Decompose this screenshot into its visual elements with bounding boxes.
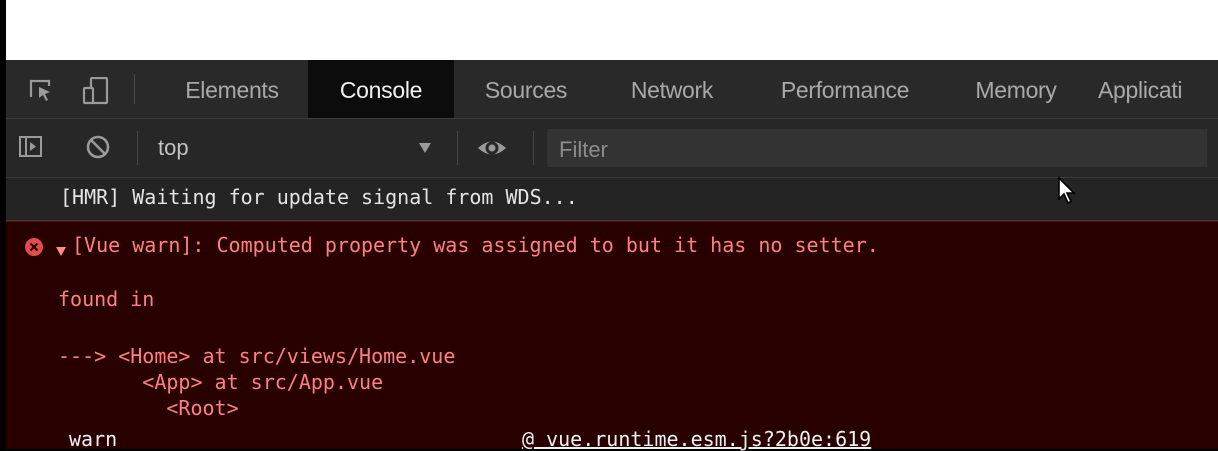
live-expression-eye-icon[interactable] xyxy=(476,135,506,161)
devtools-panel: Elements Console Sources Network Perform… xyxy=(6,60,1218,451)
context-selector[interactable]: top xyxy=(158,135,189,161)
tab-elements[interactable]: Elements xyxy=(154,60,310,118)
tabbar-divider xyxy=(134,74,135,104)
page-viewport xyxy=(6,0,1218,60)
filter-placeholder: Filter xyxy=(559,137,608,162)
toolbar-divider xyxy=(457,131,458,165)
expand-triangle-icon[interactable] xyxy=(55,242,67,261)
toolbar-divider xyxy=(137,131,138,165)
stack-function: warn xyxy=(69,427,118,451)
error-icon xyxy=(24,237,44,261)
error-trace-line: ---> <Home> at src/views/Home.vue xyxy=(58,344,456,368)
console-toolbar: top Filter xyxy=(6,119,1218,178)
tab-application[interactable]: Applicati xyxy=(1098,60,1218,118)
error-trace-line: <Root> xyxy=(58,396,239,420)
mouse-cursor-icon xyxy=(1057,176,1079,211)
devtools-tabbar: Elements Console Sources Network Perform… xyxy=(6,60,1218,119)
error-found-in: found in xyxy=(58,287,155,311)
tab-sources[interactable]: Sources xyxy=(458,60,594,118)
tab-performance[interactable]: Performance xyxy=(756,60,934,118)
error-trace-line: <App> at src/App.vue xyxy=(58,370,384,394)
console-log-message: [HMR] Waiting for update signal from WDS… xyxy=(6,178,1218,221)
clear-console-icon[interactable] xyxy=(85,134,111,160)
sidebar-toggle-icon[interactable] xyxy=(18,134,44,160)
log-text: [HMR] Waiting for update signal from WDS… xyxy=(60,185,578,209)
inspect-element-icon[interactable] xyxy=(28,77,54,103)
error-message: [Vue warn]: Computed property was assign… xyxy=(72,233,879,257)
toolbar-divider xyxy=(533,131,534,165)
device-toolbar-icon[interactable] xyxy=(82,76,109,105)
tab-network[interactable]: Network xyxy=(604,60,740,118)
stack-source-link[interactable]: @ vue.runtime.esm.js?2b0e:619 xyxy=(522,427,871,451)
tab-memory[interactable]: Memory xyxy=(956,60,1076,118)
console-error-message: [Vue warn]: Computed property was assign… xyxy=(6,221,1218,451)
tab-console[interactable]: Console xyxy=(308,60,454,118)
chevron-down-icon[interactable] xyxy=(418,141,432,159)
console-output: [HMR] Waiting for update signal from WDS… xyxy=(6,178,1218,451)
filter-input[interactable]: Filter xyxy=(547,129,1207,167)
